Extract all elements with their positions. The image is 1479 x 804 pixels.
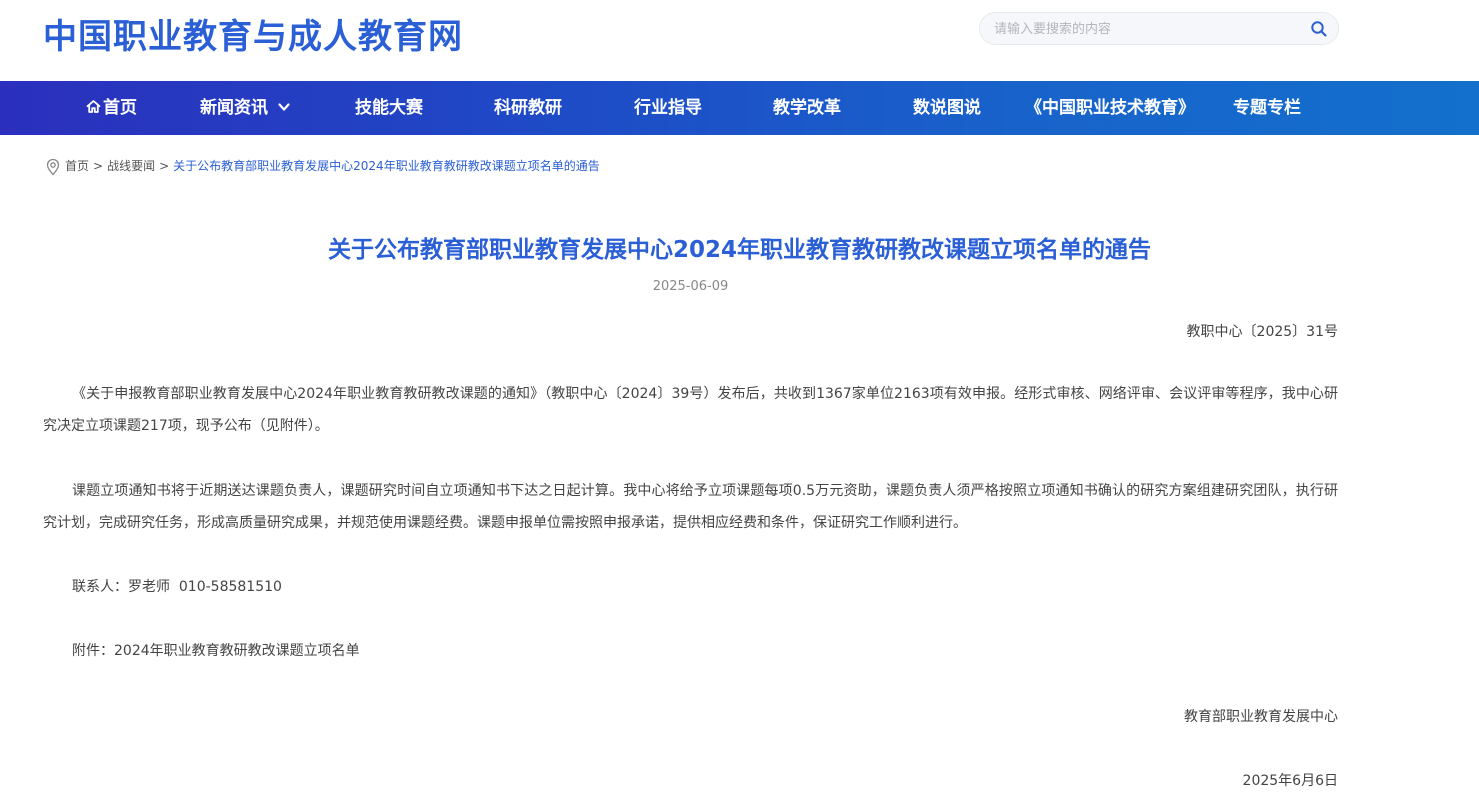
breadcrumb-frontline-news[interactable]: 战线要闻 [107, 159, 155, 173]
nav-label-news: 新闻资讯 [200, 98, 268, 118]
signature-date: 2025年6月6日 [1242, 773, 1338, 789]
main-nav: 首页 新闻资讯 技能大赛 科研教研 行业指导 教学改革 数说图说 《中国职业技术… [0, 81, 1479, 135]
search-icon [1311, 21, 1327, 37]
article-paragraph: 《关于申报教育部职业教育发展中心2024年职业教育教研教改课题的通知》（教职中心… [43, 386, 1338, 434]
nav-item-special-topics[interactable]: 专题专栏 [1233, 81, 1301, 135]
nav-item-news[interactable]: 新闻资讯 [200, 81, 291, 135]
breadcrumb-separator: > [93, 159, 104, 173]
search-box [979, 12, 1339, 45]
site-header: 中国职业教育与成人教育网 [0, 0, 1479, 81]
search-button[interactable] [1310, 20, 1328, 38]
nav-item-research[interactable]: 科研教研 [494, 81, 562, 135]
article-title: 关于公布教育部职业教育发展中心2024年职业教育教研教改课题立项名单的通告 [327, 237, 1151, 263]
nav-label-home: 首页 [103, 98, 137, 118]
nav-item-industry-guidance[interactable]: 行业指导 [634, 81, 702, 135]
article-signature: 教育部职业教育发展中心 [1184, 709, 1338, 725]
site-logo-title[interactable]: 中国职业教育与成人教育网 [43, 9, 463, 58]
article-paragraph: 课题立项通知书将于近期送达课题负责人，课题研究时间自立项通知书下达之日起计算。我… [43, 483, 1338, 531]
chevron-down-icon [278, 103, 290, 111]
attachment-line: 附件：2024年职业教育教研教改课题立项名单 [72, 643, 360, 659]
nav-item-skills-contest[interactable]: 技能大赛 [355, 81, 423, 135]
breadcrumb-home[interactable]: 首页 [65, 159, 89, 173]
search-input[interactable] [994, 19, 1294, 39]
home-icon [86, 100, 101, 113]
article-date: 2025-06-09 [652, 279, 729, 294]
nav-item-teaching-reform[interactable]: 教学改革 [773, 81, 841, 135]
breadcrumb-current[interactable]: 关于公布教育部职业教育发展中心2024年职业教育教研教改课题立项名单的通告 [173, 159, 600, 173]
document-number: 教职中心〔2025〕31号 [1186, 324, 1338, 340]
nav-item-data-graphics[interactable]: 数说图说 [913, 81, 981, 135]
contact-info: 联系人：罗老师 010-58581510 [72, 579, 282, 595]
breadcrumb-separator: > [159, 159, 170, 173]
nav-item-home[interactable]: 首页 [86, 81, 137, 135]
nav-item-journal[interactable]: 《中国职业技术教育》 [1025, 81, 1195, 135]
location-pin-icon [46, 158, 60, 176]
